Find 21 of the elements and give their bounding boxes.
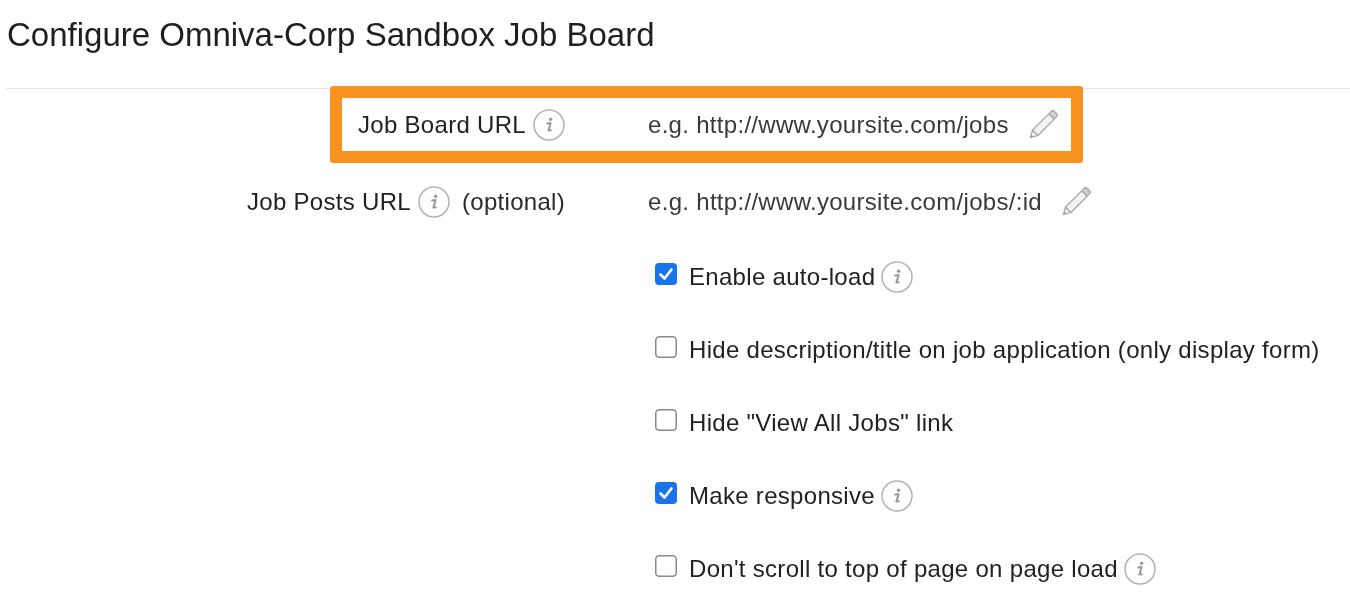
option-label: Enable auto-load	[689, 262, 876, 292]
info-icon[interactable]	[533, 108, 565, 141]
checkbox[interactable]	[655, 555, 677, 577]
info-icon[interactable]	[880, 479, 913, 512]
checkbox[interactable]	[655, 482, 677, 504]
option-label: Don't scroll to top of page on page load	[689, 554, 1118, 584]
info-icon[interactable]	[881, 260, 914, 293]
url-field[interactable]: e.g. http://www.yoursite.com/jobs/:id	[648, 185, 1042, 218]
checkbox[interactable]	[655, 263, 677, 285]
optional-note: (optional)	[461, 187, 566, 217]
checkbox[interactable]	[655, 336, 677, 358]
info-icon[interactable]	[1123, 552, 1156, 585]
option-label: Hide description/title on job application (only display form)	[689, 335, 1320, 365]
checkbox[interactable]	[655, 409, 677, 431]
option-label: Hide "View All Jobs" link	[689, 408, 954, 438]
field-label: Job Posts URL	[247, 187, 411, 217]
field-label: Job Board URL	[358, 110, 526, 140]
info-icon[interactable]	[417, 185, 450, 218]
url-field[interactable]: e.g. http://www.yoursite.com/jobs	[648, 108, 1009, 141]
option-label: Make responsive	[689, 481, 875, 511]
page-title: Configure Omniva-Corp Sandbox Job Board	[7, 15, 655, 55]
